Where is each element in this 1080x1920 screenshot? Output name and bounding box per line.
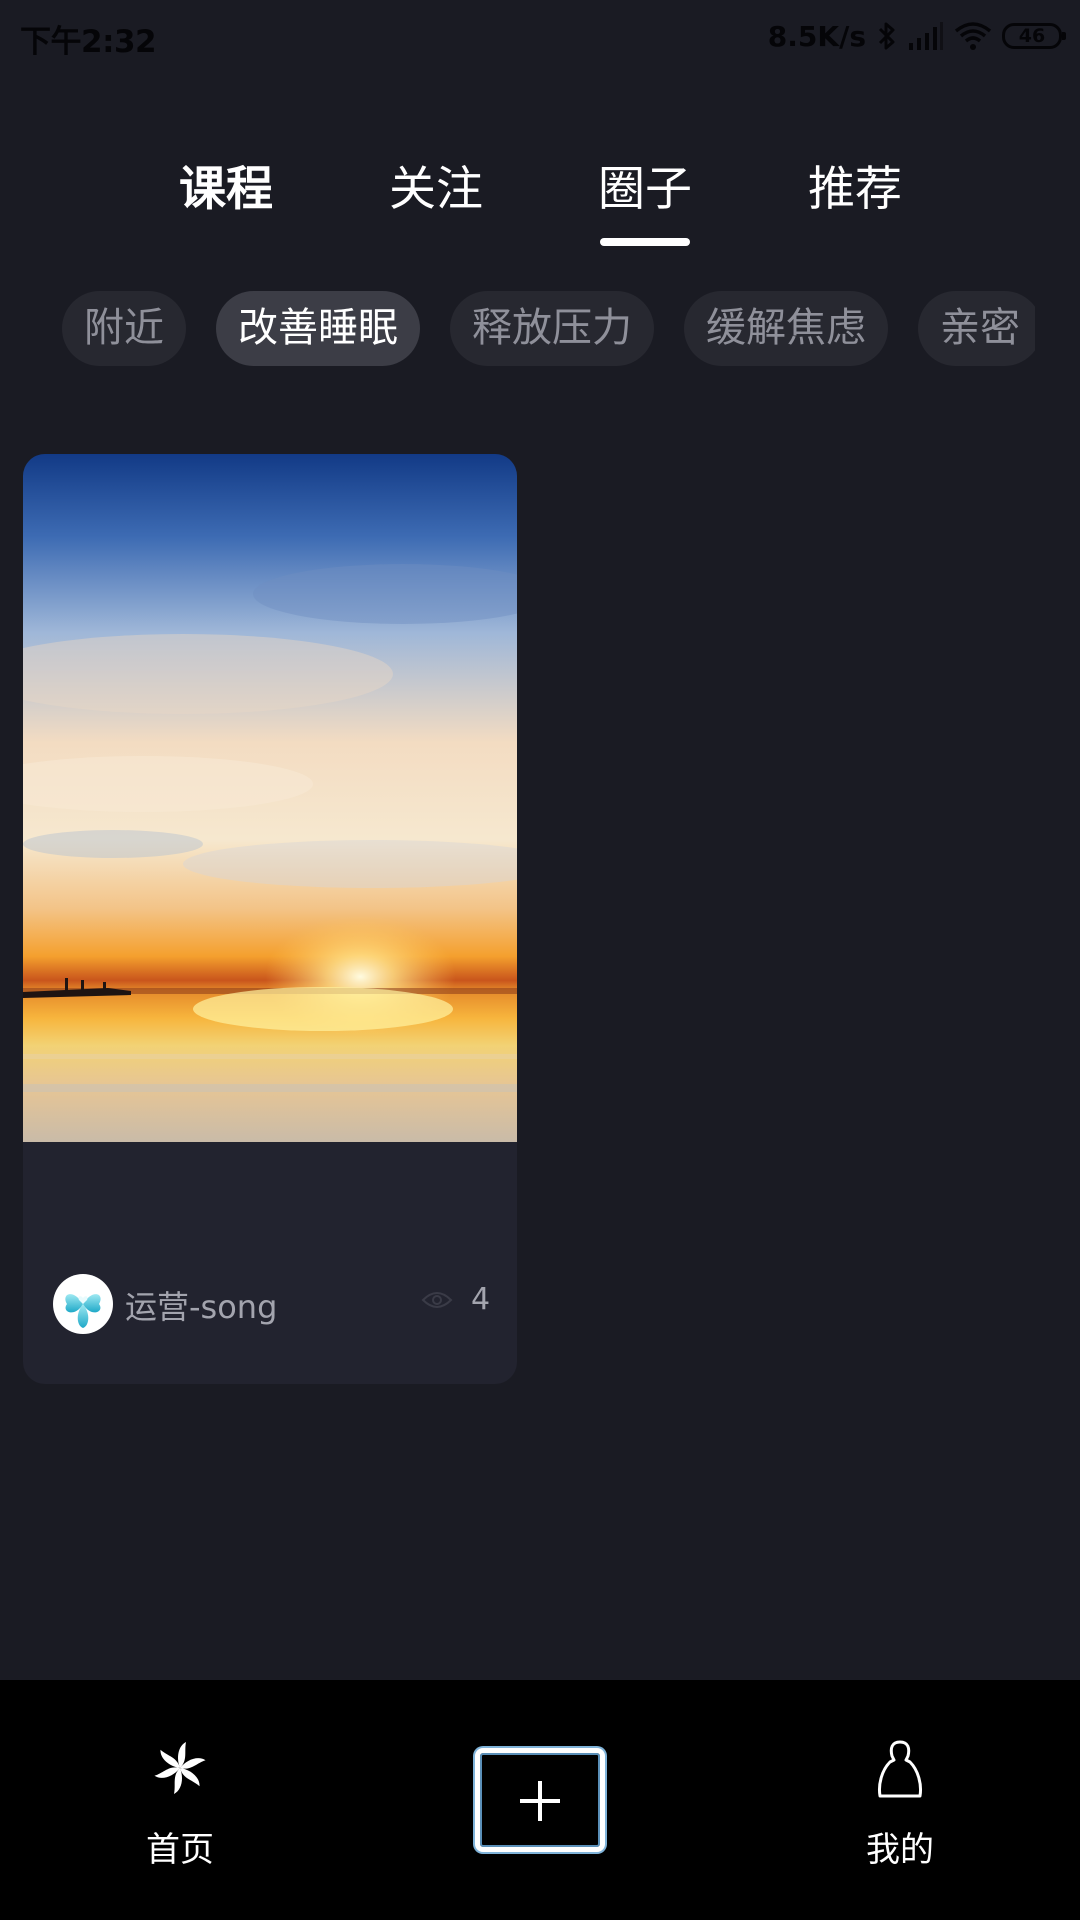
- person-icon: [870, 1738, 930, 1798]
- chip-intimacy[interactable]: 亲密: [918, 291, 1035, 366]
- status-time: 下午2:32: [20, 24, 157, 60]
- nav-home[interactable]: 首页: [80, 1680, 280, 1920]
- tab-following[interactable]: 关注: [389, 150, 483, 219]
- tab-circles[interactable]: 圈子: [598, 150, 692, 219]
- author-name[interactable]: 运营-song: [125, 1282, 277, 1328]
- nav-home-label: 首页: [146, 1830, 214, 1870]
- status-bar: 下午2:32 8.5K/s 46: [0, 0, 1080, 72]
- nav-mine[interactable]: 我的: [800, 1680, 1000, 1920]
- add-post-button[interactable]: [475, 1748, 605, 1852]
- battery-icon: 46: [1002, 23, 1066, 49]
- plus-icon: [520, 1781, 560, 1821]
- wifi-icon: [954, 21, 992, 51]
- signal-icon: [908, 21, 944, 51]
- category-chips: 附近 改善睡眠 释放压力 缓解焦虑 亲密: [62, 291, 1035, 366]
- post-image: [23, 454, 517, 1142]
- eye-icon: [421, 1290, 453, 1314]
- chip-ease-anxiety[interactable]: 缓解焦虑: [684, 291, 888, 366]
- post-meta: 运营-song 4: [23, 1274, 517, 1354]
- nav-mine-label: 我的: [866, 1830, 934, 1870]
- pinwheel-icon: [150, 1738, 210, 1798]
- bluetooth-icon: [876, 20, 898, 52]
- chip-improve-sleep[interactable]: 改善睡眠: [216, 291, 420, 366]
- active-tab-indicator: [600, 238, 690, 246]
- chip-nearby[interactable]: 附近: [62, 291, 186, 366]
- tab-courses[interactable]: 课程: [179, 150, 273, 219]
- screen: 下午2:32 8.5K/s 46 课程 关注 圈子 推荐 附近 改善睡眠 释放压…: [0, 0, 1080, 1920]
- network-speed: 8.5K/s: [767, 19, 866, 53]
- author-avatar[interactable]: [53, 1274, 113, 1334]
- status-indicators: 8.5K/s 46: [767, 14, 1066, 58]
- bottom-nav: 首页 我的: [0, 1680, 1080, 1920]
- view-count: 4: [471, 1282, 491, 1317]
- chip-relieve-stress[interactable]: 释放压力: [450, 291, 654, 366]
- tab-recommended[interactable]: 推荐: [808, 150, 902, 219]
- top-tabs: 课程 关注 圈子 推荐: [0, 150, 1080, 250]
- clover-heart-icon: [65, 1294, 101, 1328]
- post-card[interactable]: 运营-song 4: [23, 454, 517, 1384]
